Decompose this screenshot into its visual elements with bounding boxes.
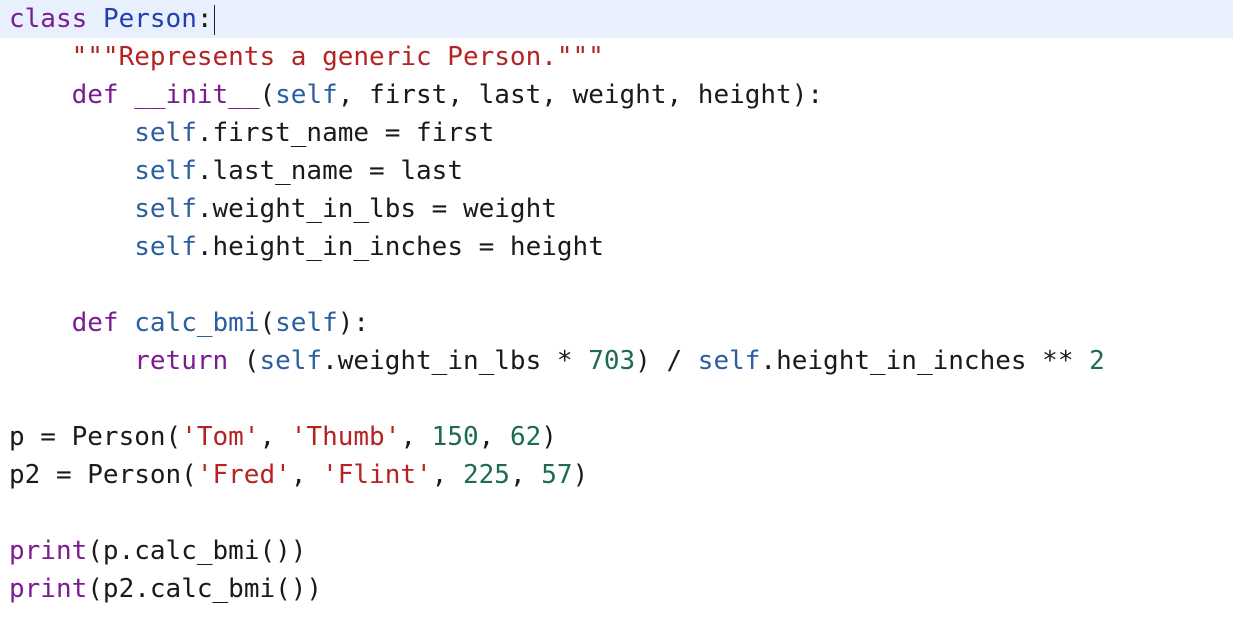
code-token-plain: .weight_in_lbs = weight bbox=[196, 194, 557, 224]
code-token-plain: , first, last, weight, height): bbox=[337, 80, 824, 110]
code-line[interactable]: p = Person('Tom', 'Thumb', 150, 62) bbox=[0, 418, 1233, 456]
code-token-plain: ): bbox=[337, 308, 370, 338]
code-line[interactable]: p2 = Person('Fred', 'Flint', 225, 57) bbox=[0, 456, 1233, 494]
code-token-plain: ( bbox=[228, 346, 260, 376]
code-line[interactable]: self.last_name = last bbox=[0, 152, 1233, 190]
code-token-plain: , bbox=[259, 422, 291, 452]
code-token-self: self bbox=[134, 194, 197, 224]
code-token-number: 57 bbox=[541, 460, 573, 490]
code-token-plain: ) / bbox=[635, 346, 698, 376]
code-line[interactable]: self.height_in_inches = height bbox=[0, 228, 1233, 266]
code-line[interactable]: self.first_name = first bbox=[0, 114, 1233, 152]
code-token-plain: ) bbox=[572, 460, 589, 490]
code-line[interactable]: self.weight_in_lbs = weight bbox=[0, 190, 1233, 228]
code-token-plain: .last_name = last bbox=[196, 156, 463, 186]
code-line[interactable]: def __init__(self, first, last, weight, … bbox=[0, 76, 1233, 114]
code-token-string: 'Fred' bbox=[196, 460, 291, 490]
code-token-plain: ) bbox=[541, 422, 557, 452]
code-token-plain: .height_in_inches = height bbox=[196, 232, 604, 262]
code-token-plain: .first_name = first bbox=[196, 118, 495, 148]
code-token-number: 150 bbox=[431, 422, 479, 452]
code-token-plain: ( bbox=[259, 308, 276, 338]
code-token-keyword: def bbox=[71, 308, 119, 338]
code-token-string: 'Flint' bbox=[322, 460, 432, 490]
code-token-plain: p2 = Person( bbox=[9, 460, 197, 490]
code-token-plain: , bbox=[509, 460, 542, 490]
code-token-plain: , bbox=[290, 460, 323, 490]
code-token-plain: .weight_in_lbs * bbox=[322, 346, 589, 376]
code-token-plain: , bbox=[431, 460, 463, 490]
code-token-self: calc_bmi bbox=[134, 308, 260, 338]
code-token-self: self bbox=[275, 308, 338, 338]
code-line[interactable]: def calc_bmi(self): bbox=[0, 304, 1233, 342]
code-token-keyword: print bbox=[9, 574, 88, 604]
code-token-plain: (p.calc_bmi()) bbox=[87, 536, 307, 566]
code-token-keyword: def bbox=[71, 80, 119, 110]
code-token-keyword: print bbox=[9, 536, 88, 566]
code-line[interactable] bbox=[0, 380, 1233, 418]
code-token-string: 'Tom' bbox=[181, 422, 260, 452]
code-line[interactable] bbox=[0, 494, 1233, 532]
code-line[interactable]: return (self.weight_in_lbs * 703) / self… bbox=[0, 342, 1233, 380]
code-token-self: self bbox=[697, 346, 761, 376]
code-token-plain: , bbox=[478, 422, 510, 452]
code-token-number: 2 bbox=[1089, 346, 1105, 376]
code-token-number: 703 bbox=[588, 346, 636, 376]
code-token-self: self bbox=[134, 118, 197, 148]
code-token-self: self bbox=[275, 80, 338, 110]
code-token-keyword: class bbox=[9, 4, 88, 34]
code-token-string: """Represents a generic Person.""" bbox=[71, 42, 604, 72]
code-token-plain: ( bbox=[259, 80, 276, 110]
code-line[interactable]: print(p2.calc_bmi()) bbox=[0, 570, 1233, 608]
code-token-self: self bbox=[134, 232, 197, 262]
code-token-string: 'Thumb' bbox=[290, 422, 401, 452]
code-token-number: 225 bbox=[462, 460, 510, 490]
code-token-plain: , bbox=[400, 422, 432, 452]
text-caret bbox=[213, 4, 215, 35]
code-token-keyword: __init__ bbox=[134, 80, 260, 110]
code-token-plain: : bbox=[196, 4, 213, 34]
code-line[interactable]: """Represents a generic Person.""" bbox=[0, 38, 1233, 76]
code-token-self: self bbox=[134, 156, 197, 186]
code-line[interactable]: print(p.calc_bmi()) bbox=[0, 532, 1233, 570]
code-token-number: 62 bbox=[509, 422, 542, 452]
code-token-plain: p = Person( bbox=[9, 422, 182, 452]
code-editor[interactable]: class Person: """Represents a generic Pe… bbox=[0, 0, 1233, 622]
code-line[interactable]: class Person: bbox=[0, 0, 1233, 38]
code-token-classname: Person bbox=[102, 4, 197, 34]
code-token-self: self bbox=[259, 346, 323, 376]
code-token-plain: (p2.calc_bmi()) bbox=[87, 574, 323, 604]
code-line[interactable] bbox=[0, 266, 1233, 304]
code-token-plain: .height_in_inches ** bbox=[760, 346, 1090, 376]
code-token-keyword: return bbox=[134, 346, 229, 376]
